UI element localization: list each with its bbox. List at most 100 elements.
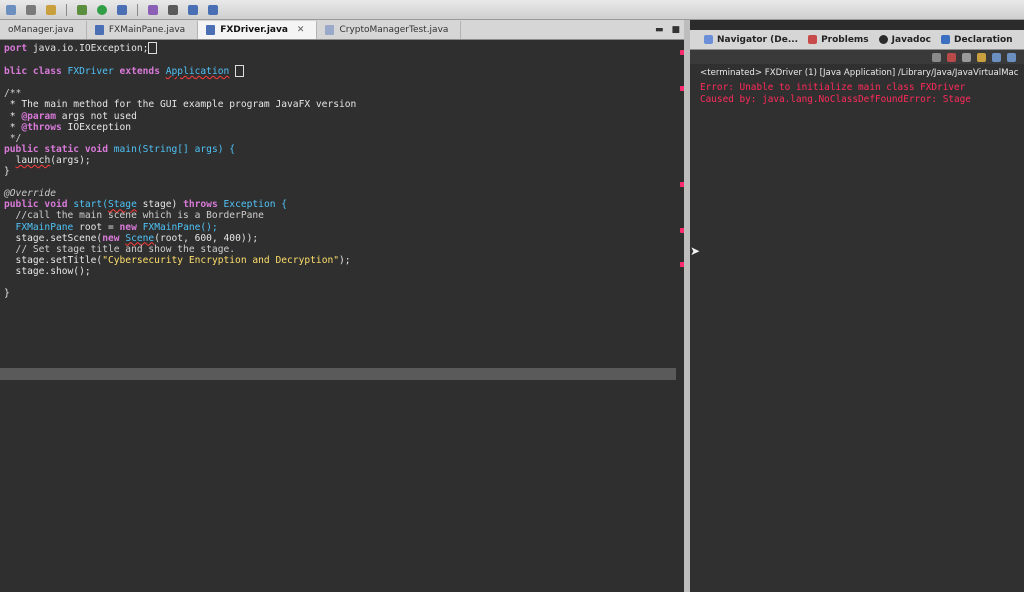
- console-header: <terminated> FXDriver (1) [Java Applicat…: [700, 68, 1019, 78]
- code-line: */: [4, 132, 22, 144]
- tab-label: oManager.java: [8, 25, 74, 35]
- close-icon[interactable]: ✕: [297, 25, 305, 35]
- clear-console-icon[interactable]: [932, 52, 941, 62]
- code-editor[interactable]: port java.io.IOException; blic class FXD…: [0, 40, 684, 592]
- toolbar-icon[interactable]: [168, 4, 178, 15]
- code-token: root: [79, 221, 103, 233]
- tab-navigator[interactable]: Navigator (De...: [704, 35, 798, 45]
- maximize-icon[interactable]: ■: [671, 25, 680, 35]
- tab-cryptomanager[interactable]: oManager.java: [0, 21, 87, 39]
- code-token: java.io.IOException;: [32, 43, 149, 54]
- tab-label: CryptoManagerTest.java: [339, 25, 449, 35]
- code-token: @throws: [21, 121, 62, 133]
- console-toolbar: [690, 50, 1024, 64]
- mouse-cursor-icon: ➤: [690, 244, 701, 258]
- code-token: *: [4, 121, 22, 133]
- code-line: * The main method for the GUI example pr…: [4, 99, 357, 111]
- display-console-icon[interactable]: [1007, 52, 1016, 62]
- java-file-icon: [206, 25, 216, 35]
- bracket-highlight: [235, 65, 245, 78]
- code-line: }: [4, 288, 10, 300]
- source-code: port java.io.IOException; blic class FXD…: [4, 42, 356, 299]
- console-view[interactable]: <terminated> FXDriver (1) [Java Applicat…: [690, 64, 1024, 592]
- tab-label: Javadoc: [891, 34, 931, 45]
- code-token: (root, 600, 400));: [154, 232, 259, 244]
- code-line: // Set stage title and show the stage.: [4, 243, 236, 255]
- code-token: main(String[] args) {: [113, 143, 236, 155]
- terminate-icon[interactable]: [947, 52, 956, 62]
- code-token: IOException: [61, 121, 132, 133]
- console-error-line: Error: Unable to initialize main class F…: [700, 82, 966, 93]
- toolbar-icon[interactable]: [117, 4, 127, 15]
- code-token: );: [339, 254, 351, 266]
- toolbar-separator: [137, 3, 138, 16]
- code-token-error: Application: [165, 66, 230, 78]
- code-token: start(: [73, 199, 108, 211]
- code-token: FXDriver: [67, 66, 114, 78]
- tab-label: FXDriver.java: [220, 25, 288, 35]
- debug-icon[interactable]: [77, 4, 87, 15]
- right-panel-tab-bar: Navigator (De... Problems Javadoc Declar…: [690, 30, 1024, 50]
- horizontal-scrollbar[interactable]: [0, 368, 676, 380]
- declaration-icon: [941, 35, 950, 44]
- tab-problems[interactable]: Problems: [808, 35, 869, 45]
- code-token-error: launch: [15, 154, 51, 166]
- code-token: *: [4, 110, 22, 122]
- tab-label: Navigator (De...: [717, 34, 799, 45]
- code-token: "Cybersecurity Encryption and Decryption…: [102, 254, 340, 266]
- code-line: }: [4, 166, 10, 178]
- code-token: (args);: [50, 154, 91, 166]
- code-line: stage.show();: [4, 265, 91, 277]
- toolbar-separator: [66, 3, 67, 16]
- toolbar-icon[interactable]: [26, 4, 36, 15]
- tab-label: FXMainPane.java: [108, 25, 186, 35]
- javadoc-icon: [878, 35, 888, 44]
- java-file-icon: [325, 25, 335, 35]
- back-icon[interactable]: [188, 4, 198, 15]
- minimize-icon[interactable]: ▬: [655, 25, 664, 35]
- code-token: Exception {: [223, 199, 288, 211]
- toolbar-icon[interactable]: [148, 4, 158, 15]
- code-token: stage.setScene(: [4, 232, 103, 244]
- code-token-error: Stage: [107, 199, 137, 211]
- code-token: extends: [113, 66, 166, 78]
- toolbar-icon[interactable]: [6, 4, 16, 15]
- code-token: FXMainPane: [4, 221, 80, 233]
- code-token: throws: [183, 199, 224, 211]
- code-token: stage.setTitle(: [4, 254, 103, 266]
- code-token: =: [102, 221, 120, 233]
- problems-icon: [808, 35, 818, 44]
- code-token: FXMainPane();: [142, 221, 218, 233]
- code-token-error: Scene: [125, 232, 155, 244]
- code-token: port: [4, 43, 33, 54]
- code-token: public void: [4, 199, 74, 211]
- code-token: args not used: [55, 110, 137, 122]
- tab-label: Problems: [821, 34, 869, 45]
- pin-console-icon[interactable]: [992, 52, 1001, 62]
- tab-javadoc[interactable]: Javadoc: [878, 34, 931, 45]
- run-icon[interactable]: [97, 4, 107, 15]
- code-token: new: [102, 232, 126, 244]
- tab-fxdriver[interactable]: FXDriver.java ✕: [198, 21, 318, 39]
- editor-tab-bar: oManager.java FXMainPane.java FXDriver.j…: [0, 20, 688, 40]
- code-line: /**: [4, 88, 22, 100]
- code-line: //call the main scene which is a BorderP…: [4, 210, 264, 222]
- code-token: @param: [21, 110, 56, 122]
- forward-icon[interactable]: [208, 4, 218, 15]
- tab-declaration[interactable]: Declaration: [941, 35, 1013, 45]
- code-line: @Override: [4, 188, 56, 200]
- remove-launch-icon[interactable]: [962, 52, 971, 62]
- scroll-lock-icon[interactable]: [977, 52, 986, 62]
- tab-label: Declaration: [954, 34, 1013, 45]
- tab-cryptomanagertest[interactable]: CryptoManagerTest.java: [317, 21, 462, 39]
- code-token: stage): [136, 199, 184, 211]
- console-error-line: Caused by: java.lang.NoClassDefFoundErro…: [700, 94, 971, 105]
- tab-fxmainpane[interactable]: FXMainPane.java: [87, 21, 199, 39]
- java-file-icon: [94, 25, 104, 35]
- main-toolbar: [0, 0, 1024, 20]
- toolbar-icon[interactable]: [46, 4, 56, 15]
- text-cursor: [148, 42, 158, 54]
- navigator-icon: [704, 35, 713, 44]
- code-token: public static void: [4, 143, 114, 155]
- code-token: blic class: [4, 66, 68, 78]
